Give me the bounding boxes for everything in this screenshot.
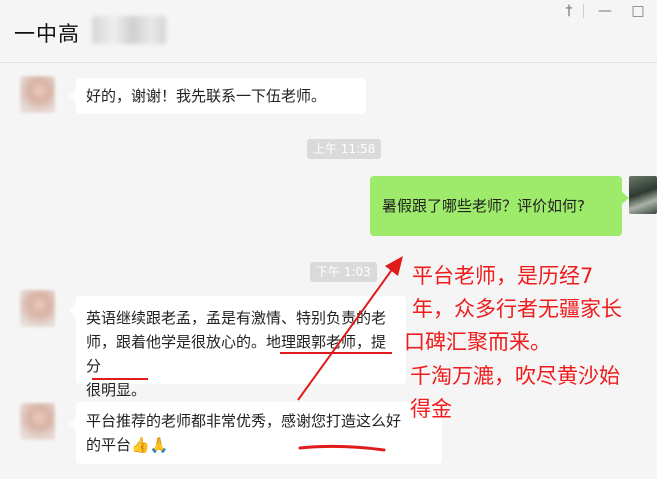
annotation-line: 年，众多行者无疆家长	[412, 297, 622, 321]
arrow-line	[297, 263, 397, 401]
annotation-line: 千淘万漉，吹尽黄沙始	[410, 364, 620, 388]
red-underline-stroke	[298, 444, 386, 452]
annotation-line: 得金	[410, 397, 452, 421]
annotation-line: 口碑汇聚而来。	[404, 330, 551, 354]
annotation-line: 平台老师，是历经7	[412, 264, 594, 288]
arrow-head-icon	[385, 256, 403, 276]
annotation-overlay	[297, 256, 403, 452]
